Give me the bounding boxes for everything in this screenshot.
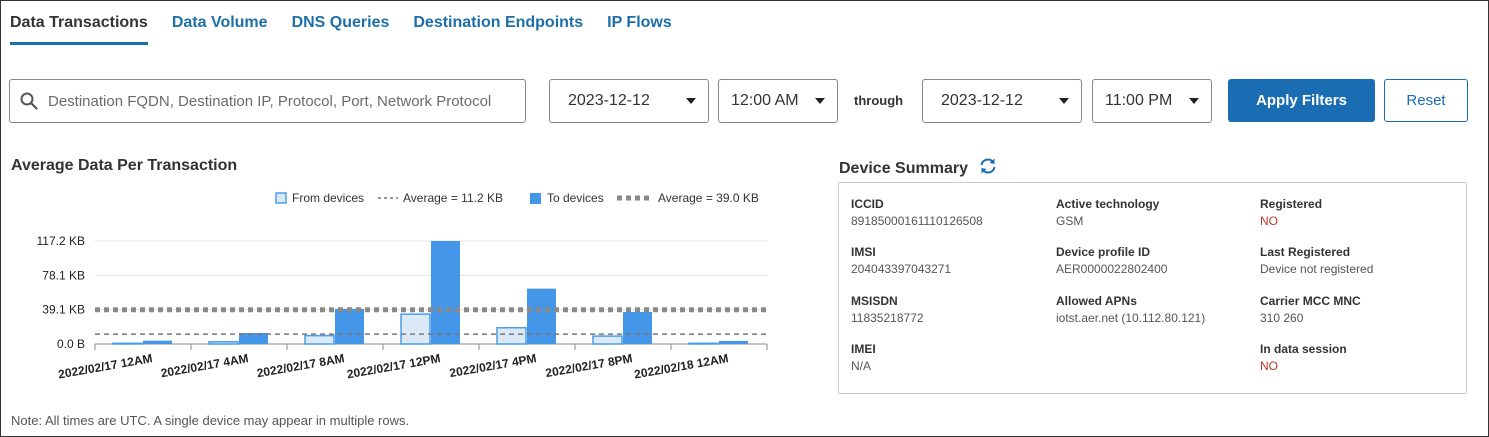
end-time-value: 11:00 PM: [1105, 92, 1173, 109]
field-value: 11835218772: [851, 311, 924, 325]
field-label: In data session: [1260, 342, 1347, 356]
footnote: Note: All times are UTC. A single device…: [11, 413, 410, 428]
chevron-down-icon: [815, 98, 825, 104]
average-data-chart: 0.0 B 39.1 KB 78.1 KB 117.2 KB 2022/02/17 12…: [37, 191, 768, 382]
bar-to-devices: [335, 308, 364, 344]
x-tick-label: 2022/02/17 4AM: [160, 351, 250, 380]
msisdn-field: MSISDN 11835218772: [851, 293, 924, 327]
field-value: AER0000022802400: [1056, 262, 1168, 276]
legend-label-average-1: Average = 11.2 KB: [403, 191, 503, 205]
field-label: MSISDN: [851, 294, 898, 308]
tab-bar: Data Transactions Data Volume DNS Querie…: [10, 14, 672, 45]
tab-destination-endpoints[interactable]: Destination Endpoints: [413, 14, 583, 45]
refresh-icon[interactable]: [978, 157, 998, 180]
bar-from-devices: [496, 326, 527, 345]
search-input[interactable]: [48, 92, 508, 110]
legend-swatch-to-devices: [530, 193, 541, 204]
field-label: Allowed APNs: [1056, 294, 1137, 308]
chart-title: Average Data Per Transaction: [11, 157, 238, 174]
legend-label-from-devices: From devices: [292, 191, 364, 205]
field-value: Device not registered: [1260, 262, 1374, 276]
field-label: ICCID: [851, 197, 884, 211]
y-tick-label: 117.2 KB: [37, 234, 85, 248]
in-data-session-field: In data session NO: [1260, 341, 1347, 375]
bar-from-devices: [304, 334, 335, 345]
reset-button[interactable]: Reset: [1384, 79, 1468, 122]
legend-label-average-2: Average = 39.0 KB: [658, 191, 759, 205]
bar-from-devices: [112, 342, 143, 345]
field-value: NO: [1260, 359, 1278, 373]
field-value: iotst.aer.net (10.112.80.121): [1056, 311, 1206, 325]
bar-to-devices: [143, 340, 172, 344]
tab-ip-flows[interactable]: IP Flows: [607, 14, 672, 45]
field-value: N/A: [851, 359, 872, 373]
field-value: 89185000161110126508: [851, 214, 983, 228]
apply-filters-button[interactable]: Apply Filters: [1228, 79, 1375, 122]
field-value: 204043397043271: [851, 262, 952, 276]
x-tick-label: 2022/02/17 4PM: [448, 351, 537, 380]
field-label: Device profile ID: [1056, 245, 1151, 259]
through-label: through: [854, 93, 904, 108]
field-label: IMSI: [851, 245, 876, 259]
device-summary-title: Device Summary: [839, 157, 998, 180]
field-label: Active technology: [1056, 197, 1160, 211]
end-date-value: 2023-12-12: [941, 92, 1023, 109]
field-value: 310 260: [1260, 311, 1304, 325]
field-label: Last Registered: [1260, 245, 1351, 259]
active-technology-field: Active technology GSM: [1056, 196, 1159, 230]
field-value: NO: [1260, 214, 1278, 228]
bar-from-devices: [688, 342, 719, 345]
registered-field: Registered NO: [1260, 196, 1322, 230]
imei-field: IMEI N/A: [851, 341, 876, 375]
bar-to-devices: [431, 241, 460, 344]
end-time-select[interactable]: 11:00 PM: [1092, 79, 1212, 123]
chevron-down-icon: [1059, 98, 1069, 104]
carrier-mcc-mnc-field: Carrier MCC MNC 310 260: [1260, 293, 1361, 327]
imsi-field: IMSI 204043397043271: [851, 244, 951, 278]
x-tick-label: 2022/02/17 12AM: [57, 351, 153, 381]
tab-data-transactions[interactable]: Data Transactions: [10, 14, 148, 45]
iccid-field: ICCID 89185000161110126508: [851, 196, 983, 230]
bar-to-devices: [623, 311, 652, 344]
bar-to-devices: [719, 340, 748, 344]
field-label: Carrier MCC MNC: [1260, 294, 1361, 308]
y-tick-label: 0.0 B: [57, 337, 85, 351]
start-date-value: 2023-12-12: [568, 92, 650, 109]
legend-label-to-devices: To devices: [547, 191, 604, 205]
legend-swatch-from-devices: [275, 192, 287, 204]
chevron-down-icon: [686, 98, 696, 104]
x-tick-label: 2022/02/17 8PM: [544, 351, 633, 380]
allowed-apns-field: Allowed APNs iotst.aer.net (10.112.80.12…: [1056, 293, 1205, 327]
start-date-select[interactable]: 2023-12-12: [549, 79, 709, 123]
bar-from-devices: [400, 313, 431, 345]
x-tick-label: 2022/02/17 12PM: [346, 351, 442, 381]
search-icon: [10, 92, 48, 110]
start-time-value: 12:00 AM: [731, 92, 799, 109]
field-label: IMEI: [851, 342, 876, 356]
chevron-down-icon: [1189, 98, 1199, 104]
field-label: Registered: [1260, 197, 1323, 211]
bar-to-devices: [527, 288, 556, 344]
bar-from-devices: [208, 341, 239, 345]
y-tick-label: 78.1 KB: [42, 268, 85, 282]
tab-dns-queries[interactable]: DNS Queries: [292, 14, 390, 45]
search-field[interactable]: [9, 79, 526, 123]
x-tick-label: 2022/02/17 8AM: [256, 351, 346, 380]
field-value: GSM: [1056, 214, 1084, 228]
bar-from-devices: [592, 335, 623, 345]
last-registered-field: Last Registered Device not registered: [1260, 244, 1373, 278]
y-tick-label: 39.1 KB: [42, 303, 85, 317]
x-tick-label: 2022/02/18 12AM: [633, 351, 729, 381]
start-time-select[interactable]: 12:00 AM: [718, 79, 838, 123]
end-date-select[interactable]: 2023-12-12: [922, 79, 1082, 123]
device-profile-id-field: Device profile ID AER0000022802400: [1056, 244, 1167, 278]
device-summary-panel: ICCID 89185000161110126508 Active techno…: [838, 182, 1467, 394]
device-summary-title-text: Device Summary: [839, 159, 968, 177]
tab-data-volume[interactable]: Data Volume: [172, 14, 268, 45]
